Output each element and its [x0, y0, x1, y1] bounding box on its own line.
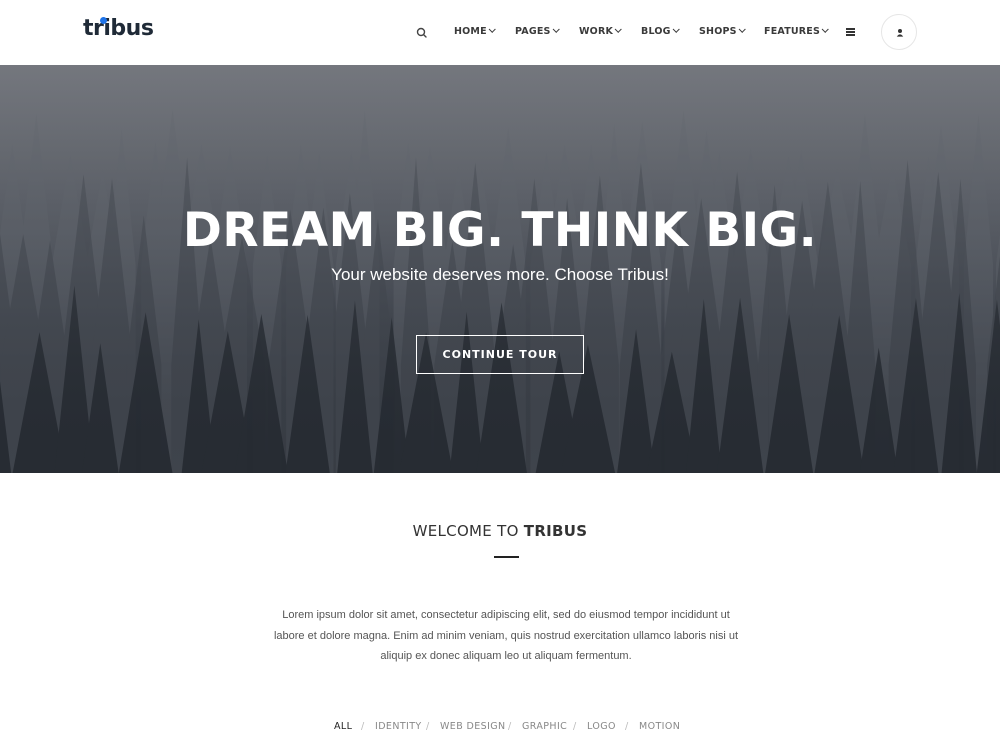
hamburger-icon[interactable] — [846, 28, 855, 36]
nav-blog[interactable]: BLOG — [641, 25, 680, 37]
user-account-button[interactable] — [881, 14, 917, 50]
filter-web-design[interactable]: WEB DESIGN — [440, 721, 506, 732]
nav-work[interactable]: WORK — [579, 25, 622, 37]
filter-identity[interactable]: IDENTITY — [375, 721, 422, 732]
portfolio-filter-bar: ALL / IDENTITY / WEB DESIGN / GRAPHIC / … — [0, 721, 1000, 735]
welcome-body-text: Lorem ipsum dolor sit amet, consectetur … — [273, 609, 739, 662]
site-header: tribus HOME PAGES WORK BLOG SHOPS FEATUR… — [0, 0, 1000, 65]
nav-work-label: WORK — [579, 26, 614, 37]
chevron-down-icon — [672, 25, 680, 33]
welcome-heading: WELCOME TO TRIBUS — [0, 522, 1000, 540]
filter-motion[interactable]: MOTION — [639, 721, 680, 732]
filter-separator: / — [573, 721, 577, 732]
nav-blog-label: BLOG — [641, 26, 671, 37]
section-divider — [494, 556, 519, 558]
nav-features-label: FEATURES — [764, 26, 821, 37]
nav-home-label: HOME — [454, 26, 487, 37]
nav-pages-label: PAGES — [515, 26, 551, 37]
filter-separator: / — [508, 721, 512, 732]
logo-dot — [100, 17, 107, 24]
nav-shops-label: SHOPS — [699, 26, 737, 37]
chevron-down-icon — [488, 25, 496, 33]
chevron-down-icon — [821, 25, 829, 33]
filter-separator: / — [361, 721, 365, 732]
hero-subtitle: Your website deserves more. Choose Tribu… — [331, 265, 669, 284]
continue-tour-button[interactable]: CONTINUE TOUR — [416, 335, 584, 374]
search-icon[interactable] — [414, 25, 430, 41]
hero-banner: DREAM BIG. THINK BIG. Your website deser… — [0, 65, 1000, 473]
user-icon — [896, 29, 904, 37]
filter-graphic[interactable]: GRAPHIC — [522, 721, 567, 732]
welcome-heading-strong: TRIBUS — [523, 522, 588, 540]
filter-separator: / — [426, 721, 430, 732]
nav-features[interactable]: FEATURES — [764, 25, 829, 37]
logo[interactable]: tribus — [83, 16, 154, 41]
nav-shops[interactable]: SHOPS — [699, 25, 746, 37]
nav-home[interactable]: HOME — [454, 25, 496, 37]
hero-title: DREAM BIG. THINK BIG. — [182, 203, 818, 258]
filter-logo[interactable]: LOGO — [587, 721, 616, 732]
nav-pages[interactable]: PAGES — [515, 25, 560, 37]
chevron-down-icon — [614, 25, 622, 33]
chevron-down-icon — [738, 25, 746, 33]
welcome-heading-light: WELCOME TO — [412, 522, 519, 540]
logo-text: tribus — [83, 16, 154, 41]
filter-separator: / — [625, 721, 629, 732]
filter-all[interactable]: ALL — [334, 721, 352, 732]
chevron-down-icon — [552, 25, 560, 33]
